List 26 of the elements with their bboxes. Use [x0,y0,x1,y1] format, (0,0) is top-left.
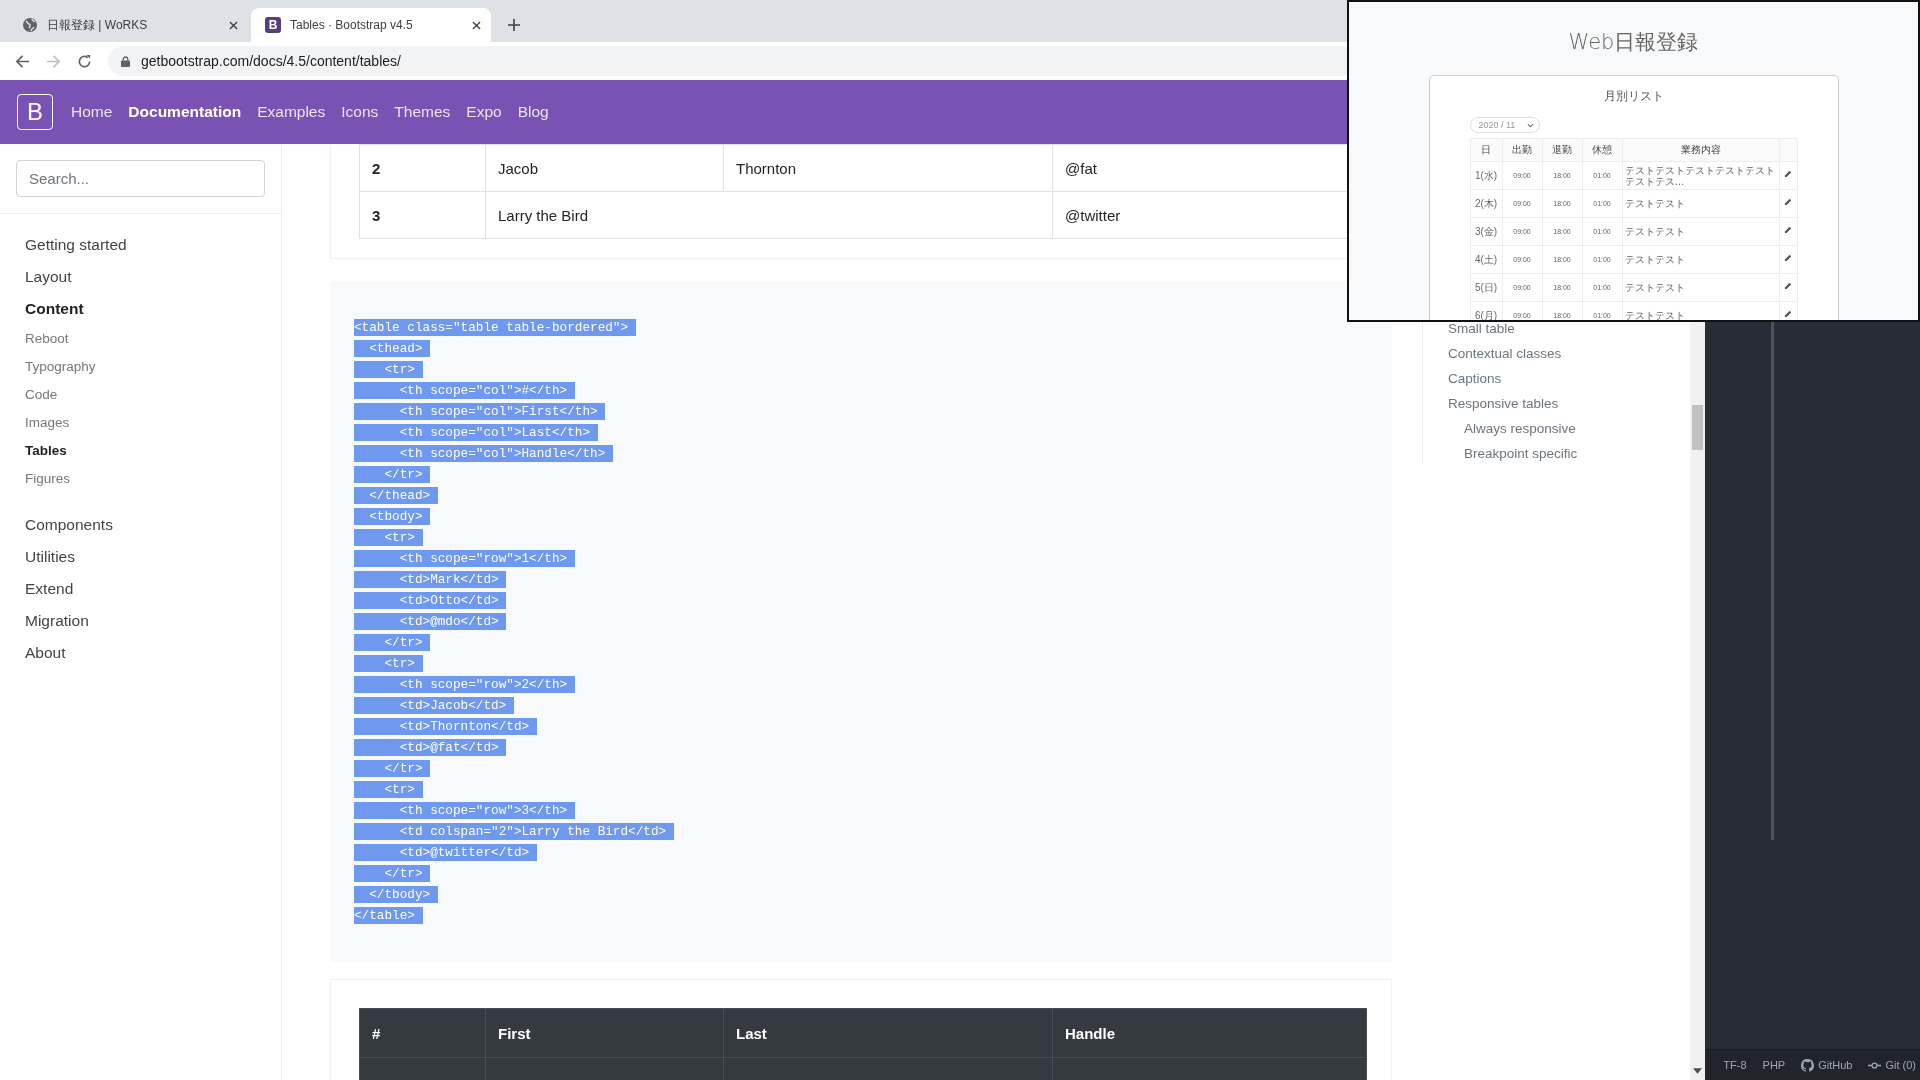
table-cell: テストテスト [1622,245,1779,274]
column-header: 退勤 [1542,138,1582,162]
table-cell: Thornton [723,144,1053,192]
table-cell: テストテスト [1622,273,1779,302]
table-cell: 5(日) [1470,273,1502,302]
table-cell: 2(木) [1470,189,1502,218]
table-cell: テストテスト [1622,189,1779,218]
column-header: 日 [1470,138,1502,162]
column-header: # [359,1008,486,1058]
table-cell: Larry the Bird [485,191,1053,239]
column-header: Handle [1052,1008,1367,1058]
table-cell: 4(土) [1470,245,1502,274]
table-cell: 3(金) [1470,217,1502,246]
column-header: 業務内容 [1622,138,1779,162]
column-header: First [485,1008,724,1058]
table-cell: 2 [359,144,486,192]
table-cell: テストテスト [1622,217,1779,246]
favicon: B [265,17,281,33]
column-header: 出勤 [1502,138,1542,162]
table-cell: 1(水) [1470,161,1502,190]
table-cell: テストテストテストテストテストテストテス… [1622,161,1779,190]
table-cell: 3 [359,191,486,239]
card-title: 月別リスト [1603,88,1664,105]
column-header: 休憩 [1582,138,1622,162]
table-cell: Jacob [485,144,724,192]
column-header: Last [723,1008,1053,1058]
